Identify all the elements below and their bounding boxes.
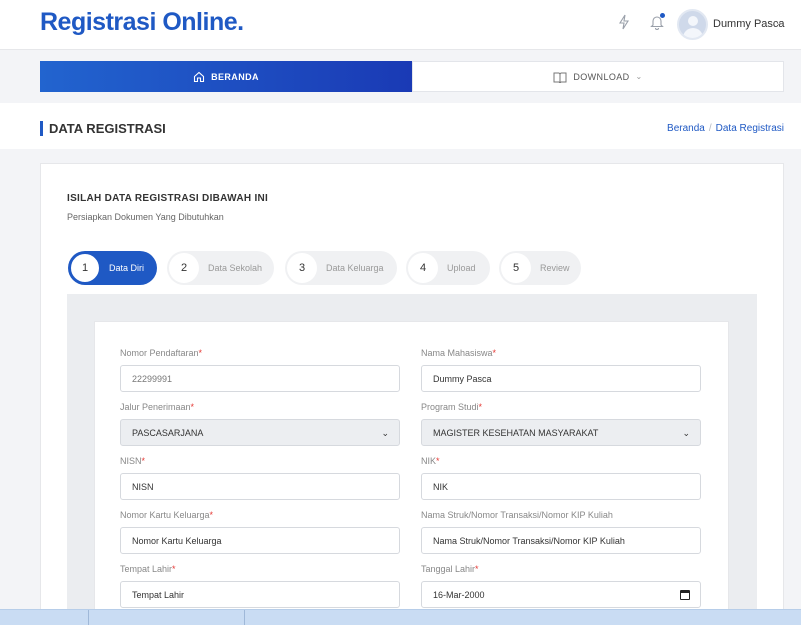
step-label: Data Keluarga [326,263,384,273]
tanggal-lahir-value: 16-Mar-2000 [433,589,485,600]
breadcrumb-current: Data Registrasi [715,123,784,134]
page-title: DATA REGISTRASI [49,121,166,136]
nama-struk-input[interactable]: Nama Struk/Nomor Transaksi/Nomor KIP Kul… [421,527,701,554]
step-label: Data Diri [109,263,145,273]
bottom-overlay-bar [0,609,801,625]
jalur-penerimaan-value: PASCASARJANA [132,427,204,438]
step-data-keluarga[interactable]: 3 Data Keluarga [285,251,397,285]
label-jalur-penerimaan: Jalur Penerimaan* [120,402,195,412]
jalur-penerimaan-select[interactable]: PASCASARJANA ⌄ [120,419,400,446]
main-nav: BERANDA DOWNLOAD ⌄ [40,61,784,92]
calendar-icon[interactable] [680,590,690,600]
label-nomor-kk: Nomor Kartu Keluarga* [120,510,214,520]
app-header: Registrasi Online. Dummy Pasca ⌄ [0,0,801,50]
label-program-studi: Program Studi* [421,402,483,412]
bar-divider [88,610,89,625]
step-label: Upload [447,263,476,273]
breadcrumb-beranda[interactable]: Beranda [667,123,705,134]
nav-download[interactable]: DOWNLOAD ⌄ [412,61,784,92]
step-review[interactable]: 5 Review [499,251,581,285]
nav-download-label: DOWNLOAD [573,71,630,82]
step-data-sekolah[interactable]: 2 Data Sekolah [167,251,274,285]
step-number: 5 [501,253,531,283]
breadcrumb-separator: / [708,123,712,134]
label-tempat-lahir: Tempat Lahir* [120,564,176,574]
step-number: 1 [70,253,100,283]
chevron-down-icon[interactable]: ⌄ [775,17,783,28]
tanggal-lahir-input[interactable]: 16-Mar-2000 [421,581,701,608]
breadcrumb: Beranda / Data Registrasi [667,123,784,134]
chevron-down-icon: ⌄ [381,428,389,438]
step-label: Review [540,263,570,273]
nomor-kk-input[interactable]: Nomor Kartu Keluarga [120,527,400,554]
card-title: ISILAH DATA REGISTRASI DIBAWAH INI [67,193,269,204]
program-studi-select[interactable]: MAGISTER KESEHATAN MASYARAKAT ⌄ [421,419,701,446]
step-data-diri[interactable]: 1 Data Diri [68,251,157,285]
tempat-lahir-input[interactable]: Tempat Lahir [120,581,400,608]
brand-logo[interactable]: Registrasi Online. [40,8,244,37]
label-nama-struk: Nama Struk/Nomor Transaksi/Nomor KIP Kul… [421,510,613,520]
nav-beranda[interactable]: BERANDA [40,61,412,92]
step-label: Data Sekolah [208,263,263,273]
title-accent-bar [40,121,43,136]
label-nama-mahasiswa: Nama Mahasiswa* [421,348,497,358]
label-nik: NIK* [421,456,440,466]
nama-mahasiswa-field[interactable]: Dummy Pasca [421,365,701,392]
label-tanggal-lahir: Tanggal Lahir* [421,564,479,574]
program-studi-value: MAGISTER KESEHATAN MASYARAKAT [433,427,599,438]
nik-input[interactable]: NIK [421,473,701,500]
step-upload[interactable]: 4 Upload [406,251,490,285]
bolt-icon[interactable] [614,14,634,34]
page-header: DATA REGISTRASI Beranda / Data Registrasi [0,103,801,149]
card-subtitle: Persiapkan Dokumen Yang Dibutuhkan [67,212,224,222]
user-name[interactable]: Dummy Pasca [713,18,785,30]
registration-card: ISILAH DATA REGISTRASI DIBAWAH INI Persi… [40,163,784,625]
nisn-input[interactable]: NISN [120,473,400,500]
form-panel: Nomor Pendaftaran* 22299991 Nama Mahasis… [67,294,757,625]
label-nisn: NISN* [120,456,146,466]
avatar[interactable] [677,9,708,40]
step-number: 3 [287,253,317,283]
label-nomor-pendaftaran: Nomor Pendaftaran* [120,348,203,358]
nomor-pendaftaran-field[interactable]: 22299991 [120,365,400,392]
notification-dot [660,13,665,18]
chevron-down-icon: ⌄ [682,428,690,438]
data-diri-form: Nomor Pendaftaran* 22299991 Nama Mahasis… [94,321,729,625]
chevron-down-icon: ⌄ [635,72,643,81]
home-icon [194,71,205,82]
bar-divider [244,610,245,625]
step-number: 4 [408,253,438,283]
nav-beranda-label: BERANDA [211,71,259,82]
step-number: 2 [169,253,199,283]
book-icon [553,72,567,83]
